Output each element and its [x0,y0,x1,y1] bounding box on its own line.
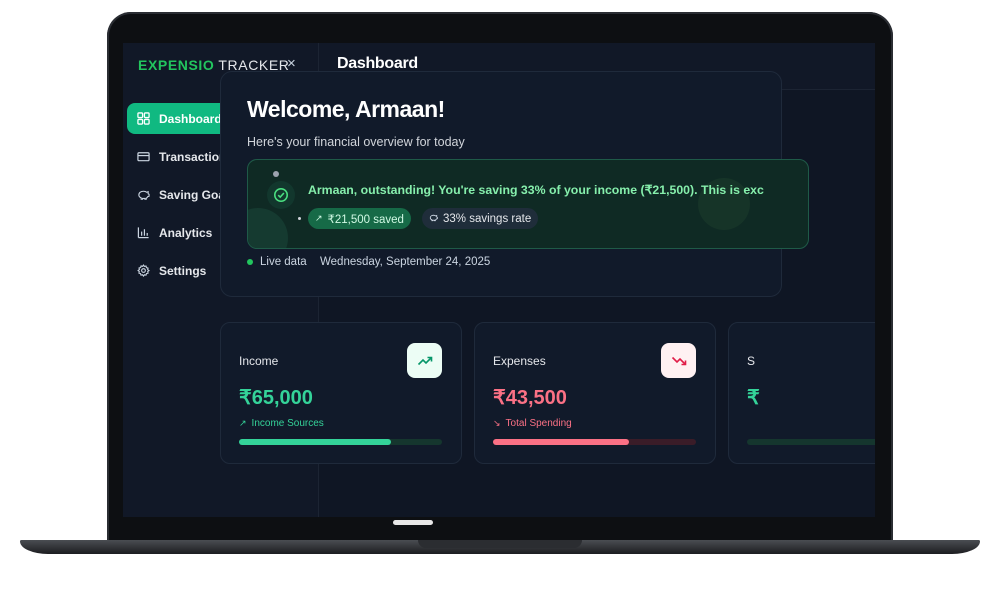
arrow-down-right-icon: ↘ [493,418,501,428]
welcome-card: Welcome, Armaan! Here's your financial o… [220,71,809,297]
live-data-label: Live data [260,256,307,268]
savings-progress-bar [747,439,875,445]
welcome-title: Welcome, Armaan! [247,96,445,122]
savings-rate-text: 33% savings rate [443,212,532,225]
expenses-amount: ₹43,500 [493,387,567,409]
bullet-dot [298,217,301,220]
trending-down-icon [661,343,696,378]
check-circle-icon [267,181,295,209]
decorative-circle [248,208,288,248]
savings-card[interactable]: S ₹ [728,322,875,464]
expenses-card[interactable]: Expenses ₹43,500 ↘ Total Spending [474,322,716,464]
expenses-progress-fill [493,439,629,445]
live-data-indicator: Live data [247,256,307,268]
laptop-notch [393,520,433,525]
income-sub-label: ↗ Income Sources [239,418,324,429]
insight-message: Armaan, outstanding! You're saving 33% o… [308,183,764,197]
total-spending-text: Total Spending [505,418,572,429]
expenses-sub-label: ↘ Total Spending [493,418,572,429]
saved-amount-text: ₹21,500 saved [327,213,404,226]
current-date: Wednesday, September 24, 2025 [320,256,491,268]
trending-up-icon [407,343,442,378]
savings-insight-banner: Armaan, outstanding! You're saving 33% o… [247,159,809,249]
indicator-dot [273,171,279,177]
piggy-bank-icon [429,213,438,224]
welcome-subtitle: Here's your financial overview for today [247,135,465,149]
arrow-up-right-icon: ↗ [315,213,323,223]
saved-amount-pill: ↗ ₹21,500 saved [308,208,411,229]
expenses-label: Expenses [493,354,546,368]
income-label: Income [239,354,279,368]
savings-amount: ₹ [747,387,760,409]
income-amount: ₹65,000 [239,387,313,409]
income-sources-text: Income Sources [251,418,324,429]
live-dot [247,259,253,265]
income-progress-bar [239,439,442,445]
laptop-hinge [418,540,582,548]
savings-label: S [747,354,756,368]
main-content: Welcome, Armaan! Here's your financial o… [123,43,875,517]
arrow-up-right-icon: ↗ [239,418,247,428]
expenses-progress-bar [493,439,696,445]
income-card[interactable]: Income ₹65,000 ↗ Income Sources [220,322,462,464]
income-progress-fill [239,439,392,445]
savings-rate-pill: 33% savings rate [422,208,539,229]
